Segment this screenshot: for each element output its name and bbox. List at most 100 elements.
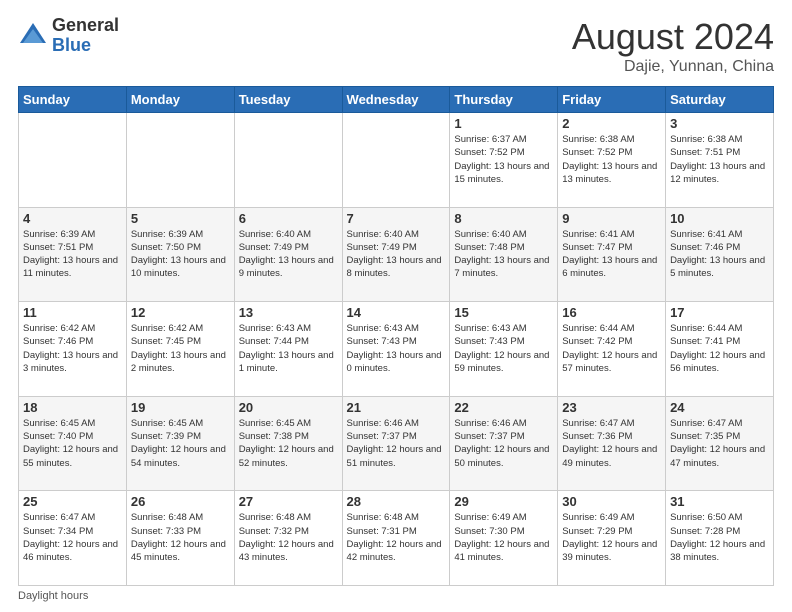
day-number: 12: [131, 305, 230, 320]
calendar-header-friday: Friday: [558, 87, 666, 113]
day-info: Sunrise: 6:46 AM Sunset: 7:37 PM Dayligh…: [347, 417, 446, 470]
calendar-cell: 25 Sunrise: 6:47 AM Sunset: 7:34 PM Dayli…: [19, 491, 127, 586]
calendar-cell: 31 Sunrise: 6:50 AM Sunset: 7:28 PM Dayli…: [666, 491, 774, 586]
logo-text: General Blue: [52, 16, 119, 56]
calendar-cell: 2 Sunrise: 6:38 AM Sunset: 7:52 PM Daylig…: [558, 113, 666, 208]
day-number: 26: [131, 494, 230, 509]
day-info: Sunrise: 6:40 AM Sunset: 7:49 PM Dayligh…: [347, 228, 446, 281]
calendar-cell: 13 Sunrise: 6:43 AM Sunset: 7:44 PM Dayli…: [234, 302, 342, 397]
calendar-cell: 24 Sunrise: 6:47 AM Sunset: 7:35 PM Dayli…: [666, 396, 774, 491]
day-info: Sunrise: 6:44 AM Sunset: 7:41 PM Dayligh…: [670, 322, 769, 375]
day-number: 5: [131, 211, 230, 226]
calendar-cell: 3 Sunrise: 6:38 AM Sunset: 7:51 PM Daylig…: [666, 113, 774, 208]
day-number: 23: [562, 400, 661, 415]
page: General Blue August 2024 Dajie, Yunnan, …: [0, 0, 792, 612]
day-number: 27: [239, 494, 338, 509]
day-number: 7: [347, 211, 446, 226]
calendar-cell: 9 Sunrise: 6:41 AM Sunset: 7:47 PM Daylig…: [558, 207, 666, 302]
logo-blue-text: Blue: [52, 36, 119, 56]
calendar-cell: 12 Sunrise: 6:42 AM Sunset: 7:45 PM Dayli…: [126, 302, 234, 397]
calendar-header-sunday: Sunday: [19, 87, 127, 113]
day-info: Sunrise: 6:42 AM Sunset: 7:45 PM Dayligh…: [131, 322, 230, 375]
day-info: Sunrise: 6:39 AM Sunset: 7:50 PM Dayligh…: [131, 228, 230, 281]
day-info: Sunrise: 6:47 AM Sunset: 7:34 PM Dayligh…: [23, 511, 122, 564]
calendar-cell: 28Sunrise: 6:48 AM Sunset: 7:31 PM Dayli…: [342, 491, 450, 586]
calendar-cell: 11Sunrise: 6:42 AM Sunset: 7:46 PM Dayli…: [19, 302, 127, 397]
calendar-week-3: 18Sunrise: 6:45 AM Sunset: 7:40 PM Dayli…: [19, 396, 774, 491]
day-info: Sunrise: 6:49 AM Sunset: 7:30 PM Dayligh…: [454, 511, 553, 564]
day-number: 6: [239, 211, 338, 226]
day-number: 28: [347, 494, 446, 509]
day-number: 24: [670, 400, 769, 415]
day-number: 18: [23, 400, 122, 415]
day-number: 14: [347, 305, 446, 320]
day-info: Sunrise: 6:40 AM Sunset: 7:49 PM Dayligh…: [239, 228, 338, 281]
day-number: 30: [562, 494, 661, 509]
day-number: 10: [670, 211, 769, 226]
day-number: 1: [454, 116, 553, 131]
calendar-cell: 22 Sunrise: 6:46 AM Sunset: 7:37 PM Dayli…: [450, 396, 558, 491]
calendar-cell: 14 Sunrise: 6:43 AM Sunset: 7:43 PM Dayli…: [342, 302, 450, 397]
calendar-header-wednesday: Wednesday: [342, 87, 450, 113]
calendar-header-thursday: Thursday: [450, 87, 558, 113]
day-number: 9: [562, 211, 661, 226]
day-number: 15: [454, 305, 553, 320]
day-number: 3: [670, 116, 769, 131]
day-info: Sunrise: 6:50 AM Sunset: 7:28 PM Dayligh…: [670, 511, 769, 564]
calendar-cell: 26 Sunrise: 6:48 AM Sunset: 7:33 PM Dayli…: [126, 491, 234, 586]
calendar-header-row: SundayMondayTuesdayWednesdayThursdayFrid…: [19, 87, 774, 113]
day-info: Sunrise: 6:47 AM Sunset: 7:35 PM Dayligh…: [670, 417, 769, 470]
calendar-cell: 17 Sunrise: 6:44 AM Sunset: 7:41 PM Dayli…: [666, 302, 774, 397]
calendar-cell: 27Sunrise: 6:48 AM Sunset: 7:32 PM Dayli…: [234, 491, 342, 586]
calendar-cell: 18Sunrise: 6:45 AM Sunset: 7:40 PM Dayli…: [19, 396, 127, 491]
day-number: 11: [23, 305, 122, 320]
day-info: Sunrise: 6:45 AM Sunset: 7:39 PM Dayligh…: [131, 417, 230, 470]
day-info: Sunrise: 6:43 AM Sunset: 7:44 PM Dayligh…: [239, 322, 338, 375]
day-number: 20: [239, 400, 338, 415]
calendar-cell: 1Sunrise: 6:37 AM Sunset: 7:52 PM Daylig…: [450, 113, 558, 208]
day-info: Sunrise: 6:43 AM Sunset: 7:43 PM Dayligh…: [454, 322, 553, 375]
calendar-cell: 29 Sunrise: 6:49 AM Sunset: 7:30 PM Dayli…: [450, 491, 558, 586]
day-number: 17: [670, 305, 769, 320]
day-number: 29: [454, 494, 553, 509]
calendar-cell: [342, 113, 450, 208]
day-info: Sunrise: 6:48 AM Sunset: 7:33 PM Dayligh…: [131, 511, 230, 564]
calendar-cell: 10 Sunrise: 6:41 AM Sunset: 7:46 PM Dayli…: [666, 207, 774, 302]
calendar-cell: 23Sunrise: 6:47 AM Sunset: 7:36 PM Dayli…: [558, 396, 666, 491]
calendar-cell: 30Sunrise: 6:49 AM Sunset: 7:29 PM Dayli…: [558, 491, 666, 586]
day-info: Sunrise: 6:43 AM Sunset: 7:43 PM Dayligh…: [347, 322, 446, 375]
day-number: 25: [23, 494, 122, 509]
calendar-cell: 6 Sunrise: 6:40 AM Sunset: 7:49 PM Daylig…: [234, 207, 342, 302]
day-info: Sunrise: 6:40 AM Sunset: 7:48 PM Dayligh…: [454, 228, 553, 281]
day-number: 31: [670, 494, 769, 509]
day-info: Sunrise: 6:44 AM Sunset: 7:42 PM Dayligh…: [562, 322, 661, 375]
logo-icon: [18, 21, 48, 51]
location-title: Dajie, Yunnan, China: [572, 58, 774, 76]
calendar-header-monday: Monday: [126, 87, 234, 113]
day-info: Sunrise: 6:41 AM Sunset: 7:46 PM Dayligh…: [670, 228, 769, 281]
calendar-cell: 8Sunrise: 6:40 AM Sunset: 7:48 PM Daylig…: [450, 207, 558, 302]
calendar-cell: 16Sunrise: 6:44 AM Sunset: 7:42 PM Dayli…: [558, 302, 666, 397]
calendar-cell: 15 Sunrise: 6:43 AM Sunset: 7:43 PM Dayli…: [450, 302, 558, 397]
day-info: Sunrise: 6:38 AM Sunset: 7:51 PM Dayligh…: [670, 133, 769, 186]
day-number: 2: [562, 116, 661, 131]
calendar-header-tuesday: Tuesday: [234, 87, 342, 113]
day-number: 4: [23, 211, 122, 226]
day-info: Sunrise: 6:41 AM Sunset: 7:47 PM Dayligh…: [562, 228, 661, 281]
calendar-table: SundayMondayTuesdayWednesdayThursdayFrid…: [18, 86, 774, 586]
title-block: August 2024 Dajie, Yunnan, China: [572, 16, 774, 76]
day-number: 19: [131, 400, 230, 415]
day-info: Sunrise: 6:38 AM Sunset: 7:52 PM Dayligh…: [562, 133, 661, 186]
calendar-week-4: 25 Sunrise: 6:47 AM Sunset: 7:34 PM Dayli…: [19, 491, 774, 586]
logo-general-text: General: [52, 16, 119, 36]
day-info: Sunrise: 6:39 AM Sunset: 7:51 PM Dayligh…: [23, 228, 122, 281]
calendar-cell: [234, 113, 342, 208]
footer-note: Daylight hours: [18, 590, 774, 602]
calendar-week-1: 4 Sunrise: 6:39 AM Sunset: 7:51 PM Daylig…: [19, 207, 774, 302]
day-info: Sunrise: 6:46 AM Sunset: 7:37 PM Dayligh…: [454, 417, 553, 470]
calendar-cell: 5 Sunrise: 6:39 AM Sunset: 7:50 PM Daylig…: [126, 207, 234, 302]
day-number: 13: [239, 305, 338, 320]
day-number: 22: [454, 400, 553, 415]
header: General Blue August 2024 Dajie, Yunnan, …: [18, 16, 774, 76]
day-info: Sunrise: 6:45 AM Sunset: 7:38 PM Dayligh…: [239, 417, 338, 470]
